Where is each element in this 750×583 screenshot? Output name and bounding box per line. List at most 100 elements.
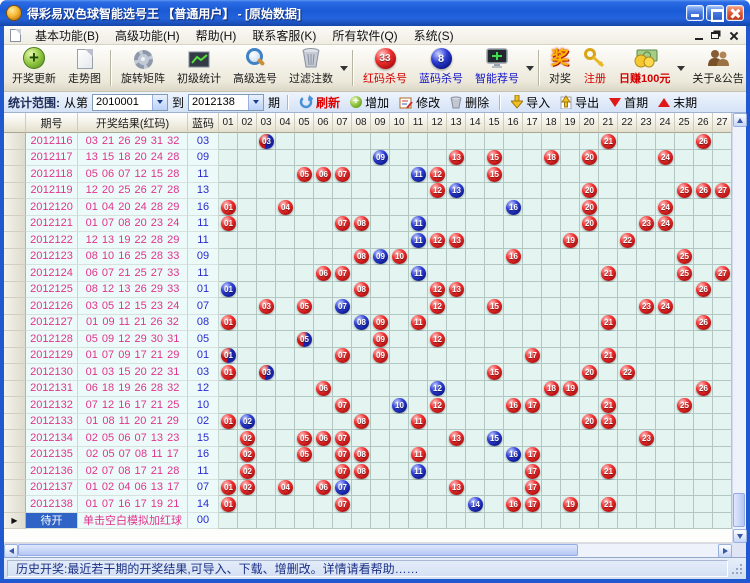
table-row[interactable]: 2012120 01 04 20 24 28 29 16 0104162024 — [4, 199, 732, 216]
blue-ball[interactable]: 16 — [506, 200, 521, 215]
result-cell[interactable]: 03 05 12 15 23 24 — [78, 298, 188, 315]
period-cell[interactable]: 2012127 — [26, 315, 78, 332]
column-header-number[interactable]: 15 — [485, 113, 504, 133]
red-ball[interactable]: 17 — [525, 464, 540, 479]
red-ball[interactable]: 09 — [373, 332, 388, 347]
red-ball[interactable]: 01 — [221, 480, 236, 495]
table-row[interactable]: 2012137 01 02 04 06 13 17 07 01020406071… — [4, 480, 732, 497]
blue-code-cell[interactable]: 16 — [188, 447, 219, 464]
red-ball[interactable]: 08 — [354, 216, 369, 231]
row-selector-cell[interactable] — [4, 364, 26, 381]
table-row[interactable]: 2012132 07 12 16 17 21 25 10 07101216172… — [4, 397, 732, 414]
ball-grid-row[interactable]: 020708111721 — [219, 463, 732, 480]
period-cell[interactable]: 2012133 — [26, 414, 78, 431]
toolbar-button-about[interactable]: 关于&公告 — [686, 46, 749, 90]
blue-code-cell[interactable]: 09 — [188, 150, 219, 167]
blue-code-cell[interactable]: 08 — [188, 315, 219, 332]
row-selector-cell[interactable] — [4, 232, 26, 249]
toolbar-button-advanced-pick[interactable]: 高级选号 — [227, 46, 283, 90]
period-cell[interactable]: 2012125 — [26, 282, 78, 299]
red-ball[interactable]: 16 — [506, 497, 521, 512]
red-ball[interactable]: 21 — [601, 348, 616, 363]
ball-grid-row[interactable] — [219, 513, 732, 530]
blue-code-cell[interactable]: 03 — [188, 364, 219, 381]
red-blue-split-ball[interactable]: 03 — [259, 365, 274, 380]
red-ball[interactable]: 23 — [639, 216, 654, 231]
red-ball[interactable]: 07 — [335, 464, 350, 479]
red-ball[interactable]: 27 — [715, 183, 730, 198]
red-ball[interactable]: 11 — [411, 447, 426, 462]
blue-code-cell[interactable]: 14 — [188, 496, 219, 513]
column-header-number[interactable]: 16 — [504, 113, 523, 133]
period-column-header[interactable]: 期号 — [26, 113, 78, 133]
vertical-scroll-track[interactable] — [733, 127, 746, 529]
period-cell[interactable]: 2012116 — [26, 133, 78, 150]
column-header-number[interactable]: 14 — [466, 113, 485, 133]
period-cell[interactable]: 2012122 — [26, 232, 78, 249]
red-ball[interactable]: 25 — [677, 183, 692, 198]
red-ball[interactable]: 17 — [525, 398, 540, 413]
blue-code-cell[interactable]: 12 — [188, 381, 219, 398]
red-ball[interactable]: 12 — [430, 282, 445, 297]
blue-ball[interactable]: 10 — [392, 398, 407, 413]
red-ball[interactable]: 24 — [658, 200, 673, 215]
blue-code-cell[interactable]: 11 — [188, 232, 219, 249]
result-cell[interactable]: 06 07 21 25 27 33 — [78, 265, 188, 282]
red-ball[interactable]: 17 — [525, 497, 540, 512]
table-row[interactable]: 2012133 01 08 11 20 21 29 02 01020811202… — [4, 414, 732, 431]
blue-ball[interactable]: 13 — [449, 183, 464, 198]
table-row[interactable]: 2012124 06 07 21 25 27 33 11 06071121252… — [4, 265, 732, 282]
row-selector-cell[interactable] — [4, 265, 26, 282]
red-ball[interactable]: 21 — [601, 398, 616, 413]
toolbar-button-red-kill[interactable]: 33 红码杀号 — [357, 46, 413, 90]
blue-ball[interactable]: 11 — [411, 266, 426, 281]
red-ball[interactable]: 07 — [335, 167, 350, 182]
red-ball[interactable]: 07 — [335, 216, 350, 231]
red-ball[interactable]: 08 — [354, 447, 369, 462]
table-row[interactable]: 2012117 13 15 18 20 24 28 09 09131518202… — [4, 150, 732, 167]
row-selector-cell[interactable] — [4, 150, 26, 167]
result-cell[interactable]: 01 09 11 21 26 32 — [78, 315, 188, 332]
ball-grid-row[interactable]: 01020406071317 — [219, 480, 732, 497]
blue-ball[interactable]: 02 — [240, 414, 255, 429]
red-ball[interactable]: 07 — [335, 497, 350, 512]
row-selector-cell[interactable] — [4, 282, 26, 299]
ball-grid-row[interactable]: 07101216172125 — [219, 397, 732, 414]
ball-grid-row[interactable]: 091315182024 — [219, 150, 732, 167]
blue-code-cell[interactable]: 07 — [188, 298, 219, 315]
column-header-number[interactable]: 10 — [390, 113, 409, 133]
ball-grid-row[interactable]: 01071416171921 — [219, 496, 732, 513]
period-cell[interactable]: 2012117 — [26, 150, 78, 167]
refresh-button[interactable]: 刷新 — [296, 93, 343, 112]
row-selector-cell[interactable] — [4, 331, 26, 348]
table-row[interactable]: 2012118 05 06 07 12 15 28 11 05060711121… — [4, 166, 732, 183]
red-ball[interactable]: 02 — [240, 480, 255, 495]
red-ball[interactable]: 07 — [335, 348, 350, 363]
blue-ball[interactable]: 11 — [411, 233, 426, 248]
menu-help[interactable]: 帮助(H) — [188, 25, 245, 46]
red-ball[interactable]: 25 — [677, 249, 692, 264]
result-cell[interactable]: 13 15 18 20 24 28 — [78, 150, 188, 167]
red-ball[interactable]: 08 — [354, 464, 369, 479]
result-cell[interactable]: 07 12 16 17 21 25 — [78, 397, 188, 414]
column-header-number[interactable]: 06 — [314, 113, 333, 133]
blue-code-cell[interactable]: 00 — [188, 513, 219, 530]
result-cell[interactable]: 08 10 16 25 28 33 — [78, 249, 188, 266]
ball-grid-row[interactable]: 0108121326 — [219, 282, 732, 299]
row-selector-cell[interactable] — [4, 480, 26, 497]
row-selector-cell[interactable] — [4, 496, 26, 513]
red-ball[interactable]: 01 — [221, 497, 236, 512]
blue-code-cell[interactable]: 01 — [188, 282, 219, 299]
period-cell[interactable]: 2012135 — [26, 447, 78, 464]
toolbar-button-blue-kill[interactable]: 8 蓝码杀号 — [413, 46, 469, 90]
result-cell[interactable]: 03 21 26 29 31 32 — [78, 133, 188, 150]
blue-ball[interactable]: 11 — [411, 167, 426, 182]
red-ball[interactable]: 06 — [316, 431, 331, 446]
red-ball[interactable]: 02 — [240, 447, 255, 462]
red-ball[interactable]: 19 — [563, 497, 578, 512]
result-cell[interactable]: 01 07 08 20 23 24 — [78, 216, 188, 233]
red-ball[interactable]: 12 — [430, 332, 445, 347]
blue-code-cell[interactable]: 15 — [188, 430, 219, 447]
scroll-down-button[interactable] — [733, 529, 747, 543]
column-header-number[interactable]: 19 — [561, 113, 580, 133]
